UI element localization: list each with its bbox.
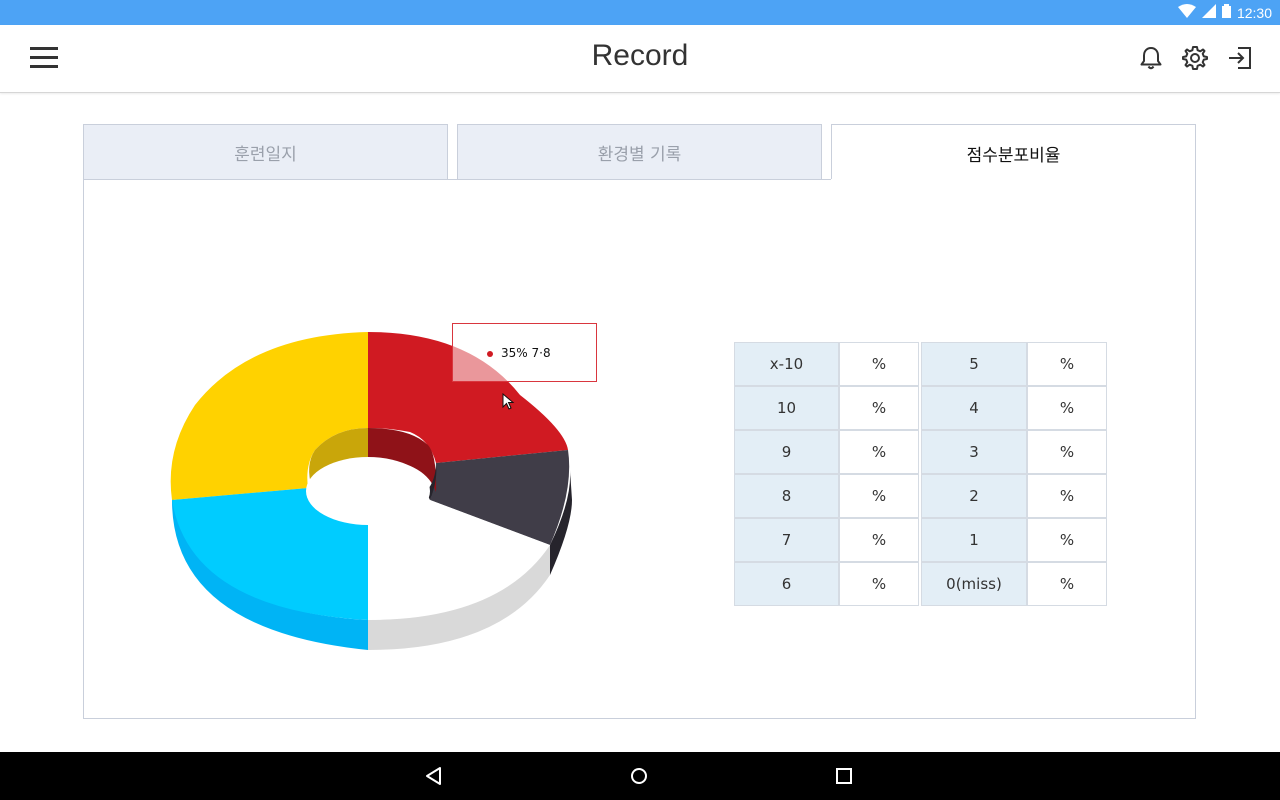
score-label: 9 — [734, 430, 839, 474]
tab-label: 훈련일지 — [234, 144, 297, 165]
score-label: 10 — [734, 386, 839, 430]
recents-icon[interactable] — [832, 764, 856, 788]
score-value: % — [839, 562, 919, 606]
score-value: % — [1027, 562, 1107, 606]
score-value: % — [1027, 342, 1107, 386]
tooltip-value: 35% — [501, 345, 528, 360]
score-value: % — [839, 386, 919, 430]
score-label: 3 — [921, 430, 1027, 474]
score-value: % — [839, 474, 919, 518]
signal-icon — [1201, 3, 1216, 22]
tab-bar: 훈련일지 환경별 기록 점수분포비율 — [83, 124, 1196, 181]
tab-environment-record[interactable]: 환경별 기록 — [457, 124, 822, 180]
app-bar: Record — [0, 25, 1280, 93]
score-value: % — [839, 518, 919, 562]
table-row: 8% 2% — [734, 474, 1107, 518]
table-row: 6% 0(miss)% — [734, 562, 1107, 606]
table-row: 10% 4% — [734, 386, 1107, 430]
tooltip-label: 7·8 — [531, 345, 551, 360]
table-row: x-10% 5% — [734, 342, 1107, 386]
tab-score-distribution[interactable]: 점수분포비율 — [831, 124, 1196, 181]
score-label: 7 — [734, 518, 839, 562]
tab-training-log[interactable]: 훈련일지 — [83, 124, 448, 180]
table-row: 7% 1% — [734, 518, 1107, 562]
score-label: 4 — [921, 386, 1027, 430]
score-label: 6 — [734, 562, 839, 606]
chart-hole — [306, 457, 430, 525]
score-value: % — [1027, 474, 1107, 518]
score-value: % — [839, 430, 919, 474]
wifi-icon — [1177, 3, 1196, 22]
score-label: x-10 — [734, 342, 839, 386]
score-label: 1 — [921, 518, 1027, 562]
divider — [83, 179, 831, 180]
gear-icon[interactable] — [1182, 45, 1208, 71]
score-value: % — [1027, 518, 1107, 562]
cursor-icon — [502, 393, 515, 410]
tooltip-text: 35% 7·8 — [501, 346, 551, 360]
score-label: 5 — [921, 342, 1027, 386]
table-row: 9% 3% — [734, 430, 1107, 474]
back-icon[interactable] — [423, 764, 447, 788]
score-value: % — [1027, 430, 1107, 474]
status-bar: 12:30 — [0, 0, 1280, 25]
score-table: x-10% 5% 10% 4% 9% 3% 8% 2% 7% 1% 6% 0(miss)% — [734, 342, 1107, 606]
score-label: 8 — [734, 474, 839, 518]
home-icon[interactable] — [627, 764, 651, 788]
tab-label: 환경별 기록 — [597, 144, 682, 165]
tooltip-dot — [487, 351, 493, 357]
chart-tooltip: 35% 7·8 — [452, 323, 597, 382]
score-label: 2 — [921, 474, 1027, 518]
score-value: % — [1027, 386, 1107, 430]
score-value: % — [839, 342, 919, 386]
status-time: 12:30 — [1236, 4, 1272, 21]
bell-icon[interactable] — [1138, 45, 1164, 71]
score-label: 0(miss) — [921, 562, 1027, 606]
page-title: Record — [591, 39, 689, 72]
battery-icon — [1221, 3, 1231, 22]
logout-icon[interactable] — [1227, 45, 1253, 71]
system-nav-bar — [0, 752, 1280, 800]
tab-label: 점수분포비율 — [966, 145, 1061, 166]
